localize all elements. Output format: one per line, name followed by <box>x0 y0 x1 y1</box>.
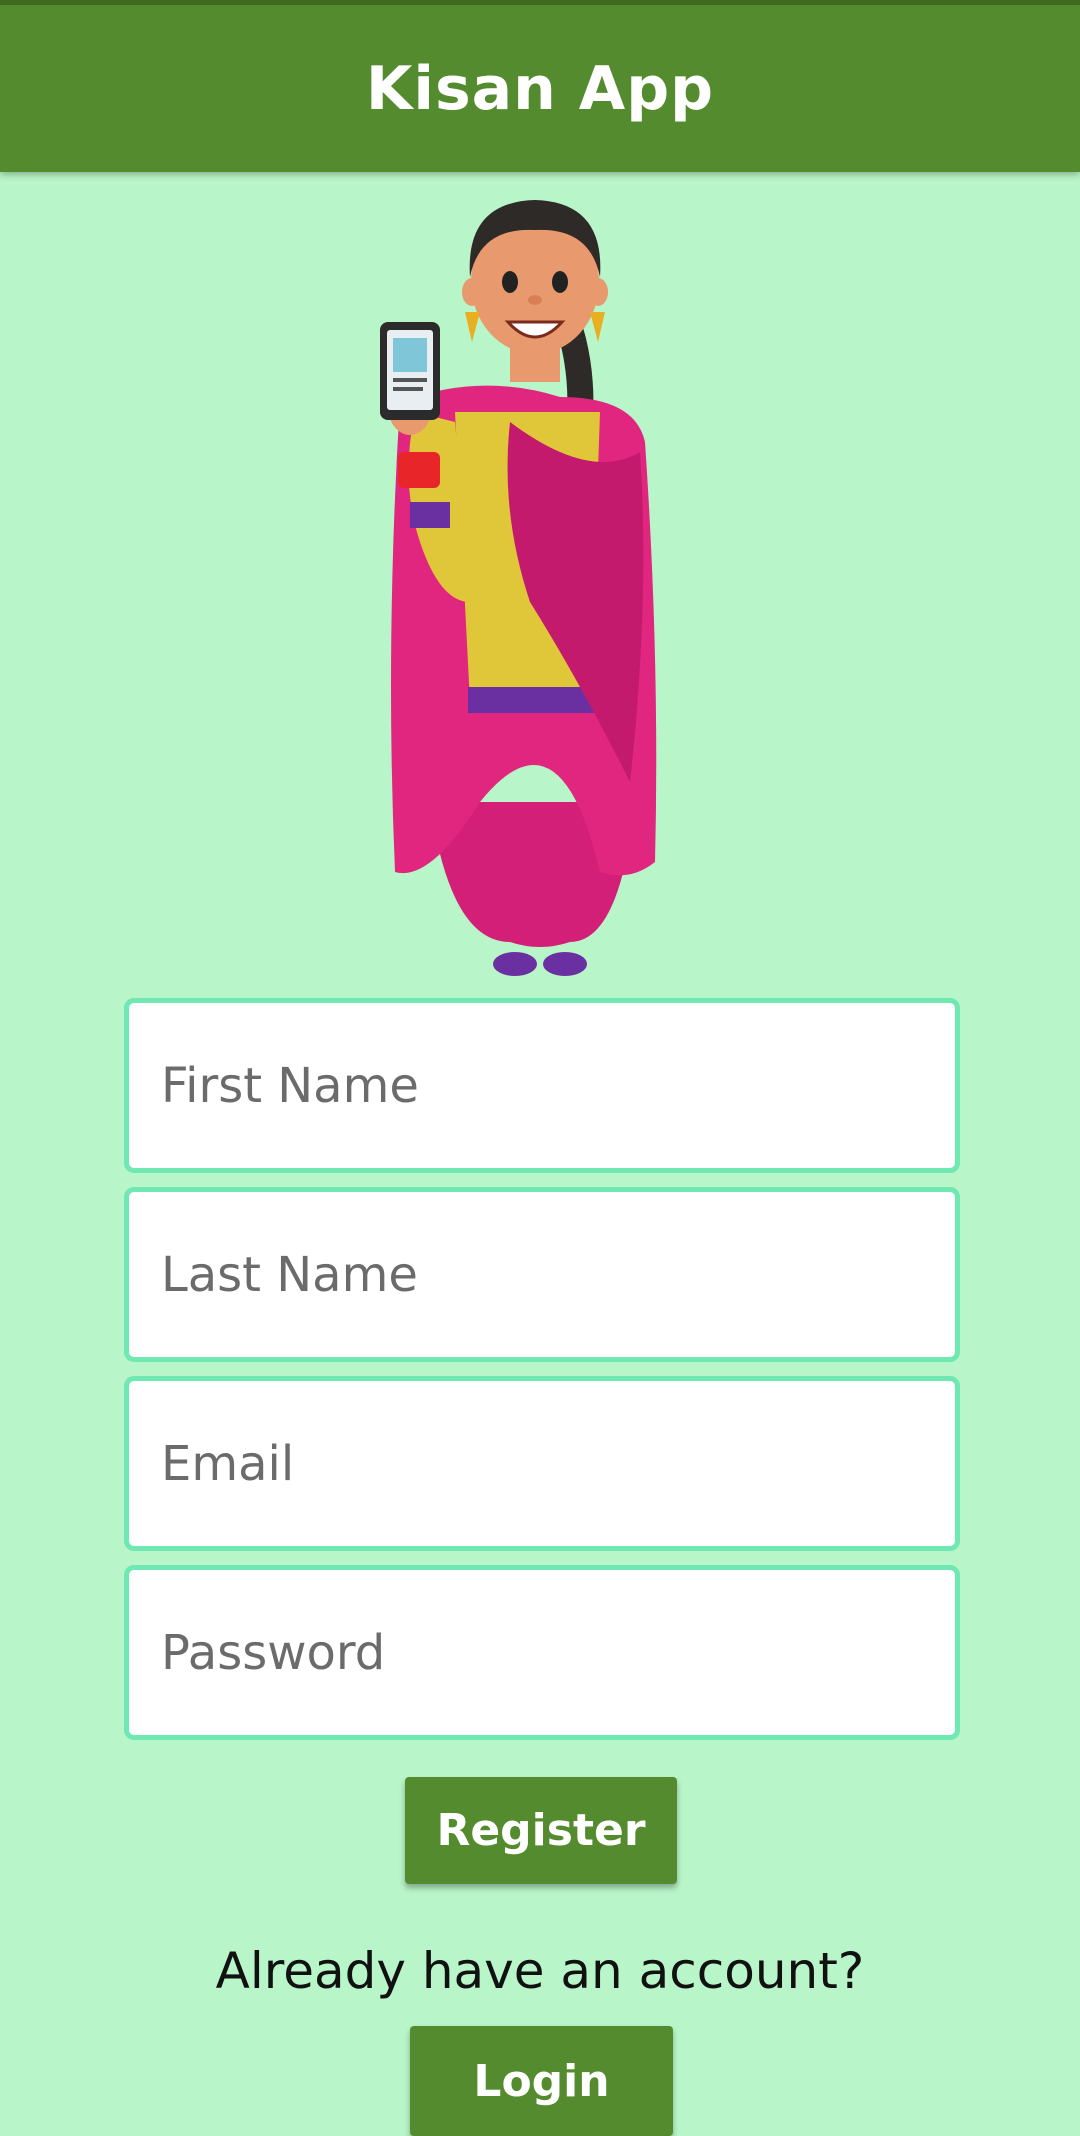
first-name-input[interactable] <box>124 998 960 1173</box>
password-input[interactable] <box>124 1565 960 1740</box>
email-input[interactable] <box>124 1376 960 1551</box>
app-title: Kisan App <box>365 53 715 124</box>
farmer-woman-illustration <box>380 200 657 976</box>
last-name-input[interactable] <box>124 1187 960 1362</box>
already-have-account-text: Already have an account? <box>215 1942 865 2000</box>
register-button[interactable]: Register <box>405 1777 677 1884</box>
app-bar: Kisan App <box>0 0 1080 172</box>
login-button[interactable]: Login <box>410 2026 673 2136</box>
